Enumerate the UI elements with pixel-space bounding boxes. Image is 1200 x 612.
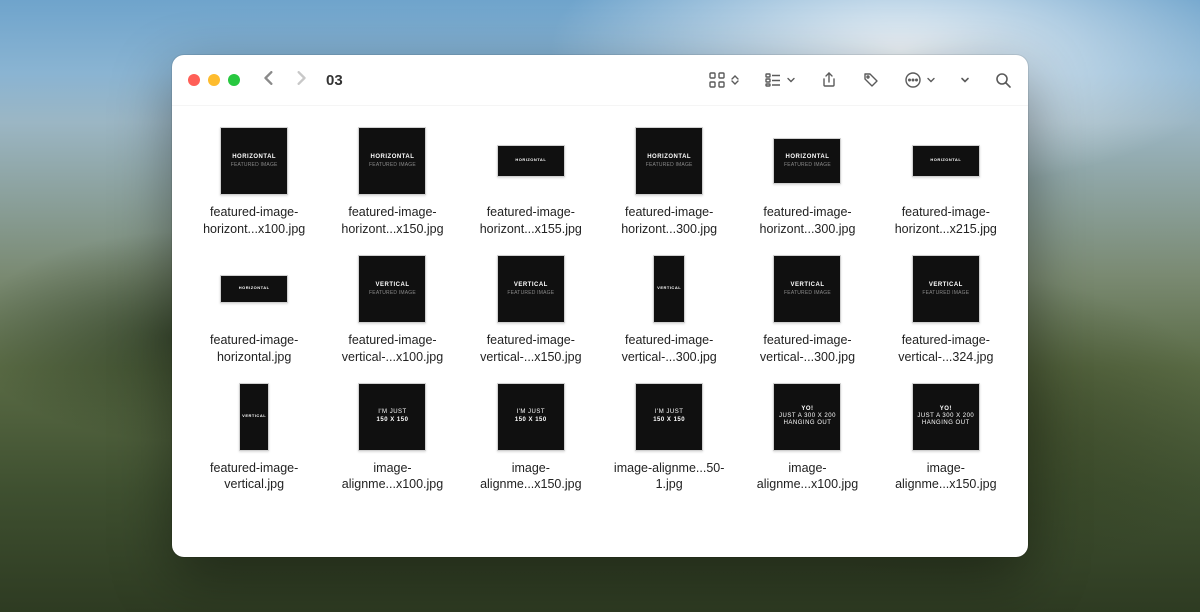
- titlebar: 03: [172, 55, 1028, 106]
- file-name: image-alignme...x150.jpg: [465, 460, 597, 494]
- file-name: image-alignme...x100.jpg: [741, 460, 873, 494]
- file-name: image-alignme...x100.jpg: [326, 460, 458, 494]
- window-title: 03: [326, 72, 343, 89]
- forward-button[interactable]: [294, 71, 308, 90]
- file-thumbnail: HORIZONTALFEATURED IMAGE: [220, 124, 288, 198]
- file-thumbnail: HORIZONTAL: [497, 124, 565, 198]
- file-name: featured-image-vertical-...324.jpg: [880, 332, 1012, 366]
- file-thumbnail: YO!JUST A 300 X 200HANGING OUT: [912, 380, 980, 454]
- file-item[interactable]: HORIZONTALFEATURED IMAGE featured-image-h…: [603, 124, 735, 238]
- fullscreen-button[interactable]: [228, 74, 240, 86]
- file-item[interactable]: YO!JUST A 300 X 200HANGING OUT image-alig…: [880, 380, 1012, 494]
- traffic-lights: [188, 74, 240, 86]
- file-name: image-alignme...x150.jpg: [880, 460, 1012, 494]
- file-item[interactable]: VERTICAL featured-image-vertical.jpg: [188, 380, 320, 494]
- nav-buttons: [262, 71, 308, 90]
- file-name: featured-image-horizont...x100.jpg: [188, 204, 320, 238]
- file-thumbnail: VERTICAL: [653, 252, 685, 326]
- file-thumbnail: VERTICAL: [239, 380, 269, 454]
- file-name: featured-image-vertical-...x100.jpg: [326, 332, 458, 366]
- file-thumbnail: VERTICALFEATURED IMAGE: [497, 252, 565, 326]
- file-item[interactable]: VERTICALFEATURED IMAGE featured-image-ver…: [326, 252, 458, 366]
- file-item[interactable]: HORIZONTAL featured-image-horizontal.jpg: [188, 252, 320, 366]
- file-item[interactable]: I'M JUST150 X 150 image-alignme...50-1.jp…: [603, 380, 735, 494]
- file-item[interactable]: HORIZONTAL featured-image-horizont...x155…: [465, 124, 597, 238]
- file-thumbnail: HORIZONTALFEATURED IMAGE: [635, 124, 703, 198]
- toolbar-group: [708, 71, 1012, 89]
- file-grid-area[interactable]: HORIZONTALFEATURED IMAGE featured-image-h…: [172, 106, 1028, 557]
- file-item[interactable]: HORIZONTALFEATURED IMAGE featured-image-h…: [741, 124, 873, 238]
- file-thumbnail: HORIZONTALFEATURED IMAGE: [358, 124, 426, 198]
- file-name: featured-image-vertical-...300.jpg: [741, 332, 873, 366]
- file-item[interactable]: I'M JUST150 X 150 image-alignme...x100.jp…: [326, 380, 458, 494]
- file-name: featured-image-horizont...300.jpg: [603, 204, 735, 238]
- file-thumbnail: VERTICALFEATURED IMAGE: [358, 252, 426, 326]
- share-button[interactable]: [820, 71, 838, 89]
- file-item[interactable]: VERTICALFEATURED IMAGE featured-image-ver…: [741, 252, 873, 366]
- file-grid: HORIZONTALFEATURED IMAGE featured-image-h…: [188, 124, 1012, 493]
- file-item[interactable]: HORIZONTALFEATURED IMAGE featured-image-h…: [326, 124, 458, 238]
- file-item[interactable]: YO!JUST A 300 X 200HANGING OUT image-alig…: [741, 380, 873, 494]
- desktop-wallpaper: 03: [0, 0, 1200, 612]
- file-name: featured-image-horizont...x150.jpg: [326, 204, 458, 238]
- search-button[interactable]: [994, 71, 1012, 89]
- file-thumbnail: I'M JUST150 X 150: [358, 380, 426, 454]
- file-item[interactable]: I'M JUST150 X 150 image-alignme...x150.jp…: [465, 380, 597, 494]
- minimize-button[interactable]: [208, 74, 220, 86]
- file-thumbnail: VERTICALFEATURED IMAGE: [773, 252, 841, 326]
- file-item[interactable]: VERTICAL featured-image-vertical-...300.j…: [603, 252, 735, 366]
- view-icons-button[interactable]: [708, 71, 740, 89]
- file-name: featured-image-horizontal.jpg: [188, 332, 320, 366]
- file-name: featured-image-horizont...x215.jpg: [880, 204, 1012, 238]
- file-name: featured-image-vertical-...x150.jpg: [465, 332, 597, 366]
- dropdown-button[interactable]: [960, 75, 970, 85]
- close-button[interactable]: [188, 74, 200, 86]
- file-thumbnail: HORIZONTALFEATURED IMAGE: [773, 124, 841, 198]
- file-item[interactable]: HORIZONTAL featured-image-horizont...x215…: [880, 124, 1012, 238]
- file-item[interactable]: HORIZONTALFEATURED IMAGE featured-image-h…: [188, 124, 320, 238]
- file-thumbnail: VERTICALFEATURED IMAGE: [912, 252, 980, 326]
- more-actions-button[interactable]: [904, 71, 936, 89]
- file-name: featured-image-vertical.jpg: [188, 460, 320, 494]
- file-name: featured-image-horizont...x155.jpg: [465, 204, 597, 238]
- back-button[interactable]: [262, 71, 276, 90]
- file-thumbnail: I'M JUST150 X 150: [497, 380, 565, 454]
- tags-button[interactable]: [862, 71, 880, 89]
- file-thumbnail: HORIZONTAL: [220, 252, 288, 326]
- file-name: featured-image-vertical-...300.jpg: [603, 332, 735, 366]
- finder-window: 03: [172, 55, 1028, 557]
- file-name: featured-image-horizont...300.jpg: [741, 204, 873, 238]
- file-item[interactable]: VERTICALFEATURED IMAGE featured-image-ver…: [465, 252, 597, 366]
- group-by-button[interactable]: [764, 71, 796, 89]
- file-thumbnail: HORIZONTAL: [912, 124, 980, 198]
- file-item[interactable]: VERTICALFEATURED IMAGE featured-image-ver…: [880, 252, 1012, 366]
- file-thumbnail: I'M JUST150 X 150: [635, 380, 703, 454]
- file-thumbnail: YO!JUST A 300 X 200HANGING OUT: [773, 380, 841, 454]
- file-name: image-alignme...50-1.jpg: [603, 460, 735, 494]
